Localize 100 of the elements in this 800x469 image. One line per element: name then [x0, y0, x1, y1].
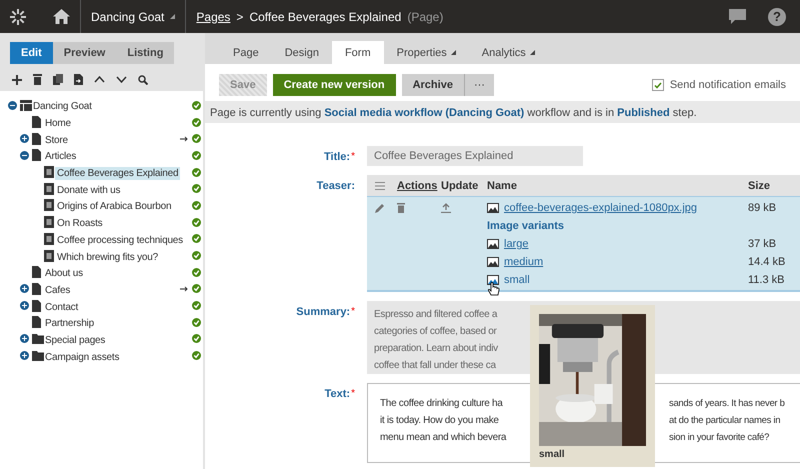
help-button[interactable]: ?	[768, 8, 786, 26]
edit-icon	[375, 203, 385, 213]
page-tab[interactable]: Form	[332, 41, 384, 64]
folder-icon	[32, 334, 44, 344]
logo-icon	[10, 8, 26, 24]
tree-item[interactable]: Cafes	[43, 284, 72, 297]
tree-item[interactable]: About us	[43, 267, 85, 280]
summary-text: preparation. Learn about indiv	[374, 342, 498, 356]
required-mark: *	[351, 151, 355, 163]
copy-icon	[53, 74, 63, 85]
page-tab[interactable]: Properties	[384, 41, 469, 64]
chat-icon	[729, 9, 746, 24]
image-icon	[487, 275, 499, 285]
page-icon	[32, 282, 41, 295]
upload-icon	[441, 203, 451, 213]
column-header[interactable]: Actions	[397, 180, 441, 192]
page-tab[interactable]: Analytics	[468, 41, 548, 64]
tree-item[interactable]: Coffee processing techniques	[55, 234, 185, 247]
move-up-icon	[94, 76, 105, 83]
breadcrumb-link[interactable]: Pages	[196, 10, 230, 24]
document-icon	[44, 199, 54, 212]
mode-tab[interactable]: Edit	[10, 42, 53, 64]
tree-item[interactable]: Store	[43, 134, 70, 147]
document-icon	[44, 182, 54, 195]
summary-text: categories of coffee, based or	[374, 325, 497, 339]
collapse-toggle[interactable]	[20, 150, 29, 160]
file-size: 37 kB	[748, 238, 778, 250]
mode-tab[interactable]: Listing	[116, 42, 174, 64]
site-selector[interactable]: Dancing Goat	[91, 10, 164, 24]
hand-cursor-icon	[488, 282, 500, 297]
file-size: 14.4 kB	[748, 256, 786, 268]
page-tab[interactable]: Design	[272, 41, 332, 64]
page-icon	[32, 300, 41, 312]
page-icon	[32, 149, 41, 162]
collapse-toggle[interactable]	[8, 100, 17, 110]
tree-item[interactable]: Coffee Beverages Explained	[55, 167, 180, 180]
page-title: Coffee Beverages Explained	[249, 10, 402, 24]
summary-text: Espresso and filtered coffee a	[374, 308, 498, 322]
move-document-icon	[74, 74, 83, 85]
home-icon	[53, 9, 70, 24]
file-link[interactable]: coffee-beverages-explained-1080px.jpg	[504, 202, 698, 214]
action-button[interactable]: Archive	[402, 74, 464, 96]
tree-item[interactable]: Home	[43, 117, 73, 130]
tree-item[interactable]: Donate with us	[55, 184, 122, 197]
field-label: Title:	[324, 151, 350, 163]
variant-link[interactable]: medium	[504, 256, 544, 268]
field-label: Text:	[324, 388, 350, 400]
page-tab[interactable]: Page	[220, 41, 272, 64]
variants-heading: Image variants	[487, 220, 566, 232]
tree-item[interactable]: Partnership	[43, 317, 96, 330]
move-down-icon	[116, 76, 127, 83]
file-size: 89 kB	[748, 202, 778, 214]
variant-name[interactable]: small	[504, 274, 530, 286]
page-type: (Page)	[407, 10, 444, 24]
page-icon	[32, 116, 41, 128]
image-icon	[487, 239, 499, 249]
tree-item[interactable]: On Roasts	[55, 217, 104, 230]
expand-toggle[interactable]	[20, 301, 29, 310]
variant-link[interactable]: large	[504, 238, 528, 250]
editor-text: sands of years. It has never b	[669, 397, 785, 411]
search-icon	[138, 74, 148, 84]
mode-tab[interactable]: Preview	[52, 42, 116, 64]
field-label: Summary:	[296, 306, 350, 318]
checkbox-label: Send notification emails	[670, 79, 786, 91]
editor-text: The coffee drinking culture ha	[380, 397, 504, 411]
required-mark: *	[351, 388, 355, 400]
tree-item[interactable]: Dancing Goat	[31, 100, 94, 114]
tree-item[interactable]: Origins of Arabica Bourbon	[55, 200, 174, 214]
document-icon	[44, 216, 54, 228]
workflow-message: Page is currently using Social media workflow (Dancing Goat) workflow and is in Published step.	[210, 107, 697, 119]
column-header: Name	[487, 180, 518, 192]
more-button[interactable]: ···	[464, 74, 494, 96]
expand-toggle[interactable]	[20, 284, 29, 294]
action-button[interactable]: Create new version	[272, 74, 396, 96]
document-icon	[44, 250, 54, 262]
column-header: Size	[748, 180, 772, 192]
tree-item[interactable]: Special pages	[43, 334, 108, 347]
notification-checkbox[interactable]	[652, 79, 664, 91]
delete-icon	[33, 74, 42, 85]
folder-icon	[32, 350, 44, 361]
image-icon	[487, 257, 499, 267]
page-icon	[32, 266, 41, 278]
editor-text: sion in your favorite café?	[669, 431, 770, 445]
tree-item[interactable]: Contact	[43, 300, 80, 314]
editor-text: it is today. How do you make	[380, 414, 500, 428]
site-icon	[20, 100, 32, 111]
document-icon	[44, 232, 54, 245]
summary-text: coffee that fall under these ca	[374, 359, 496, 373]
expand-toggle[interactable]	[20, 334, 29, 344]
file-size: 11.3 kB	[748, 274, 786, 286]
drag-handle-icon	[375, 182, 385, 190]
tree-item[interactable]: Campaign assets	[43, 350, 122, 364]
preview-caption: small	[539, 449, 566, 460]
editor-text: at do the particular names in	[669, 414, 780, 428]
tree-item[interactable]: Which brewing fits you?	[55, 250, 160, 264]
required-mark: *	[351, 306, 355, 318]
expand-toggle[interactable]	[20, 134, 29, 144]
tree-item[interactable]: Articles	[43, 150, 78, 164]
expand-toggle[interactable]	[20, 351, 29, 360]
title-field[interactable]: Coffee Beverages Explained	[367, 146, 583, 166]
